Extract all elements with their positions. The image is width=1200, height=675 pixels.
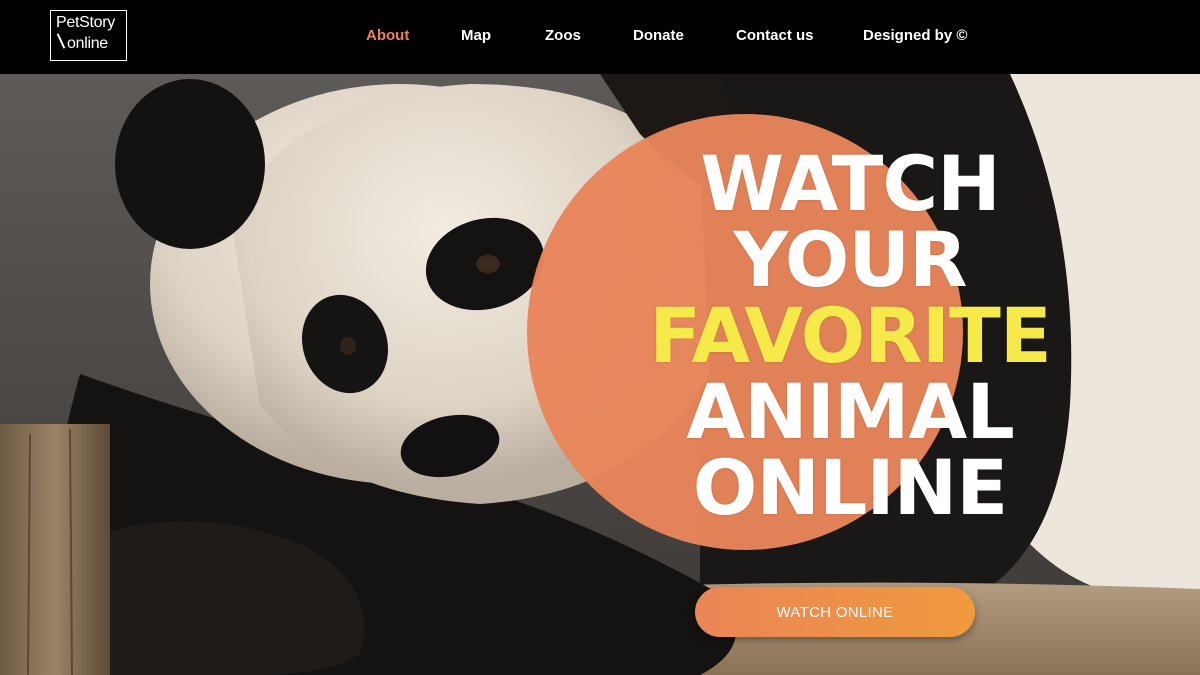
site-header: PetStory online About Map Zoos Donate Co… [0, 0, 1200, 74]
headline-line-2: YOUR [733, 215, 967, 304]
headline-line-3: FAVORITE [649, 291, 1052, 380]
nav-donate[interactable]: Donate [633, 27, 684, 44]
headline-line-1: WATCH [700, 139, 1001, 228]
nav-contact-us[interactable]: Contact us [736, 27, 814, 44]
nav-designed-by[interactable]: Designed by © [863, 27, 967, 44]
hero-headline: WATCH YOUR FAVORITE ANIMAL ONLINE [600, 146, 1100, 526]
nav-map[interactable]: Map [461, 27, 491, 44]
headline-line-4: ANIMAL [686, 367, 1015, 456]
headline-line-5: ONLINE [692, 443, 1008, 532]
nav-about[interactable]: About [366, 27, 409, 44]
main-nav: About Map Zoos Donate Contact us Designe… [0, 27, 1200, 47]
nav-zoos[interactable]: Zoos [545, 27, 581, 44]
watch-online-button[interactable]: WATCH ONLINE [695, 587, 975, 637]
hero-section: WATCH YOUR FAVORITE ANIMAL ONLINE WATCH … [0, 74, 1200, 675]
